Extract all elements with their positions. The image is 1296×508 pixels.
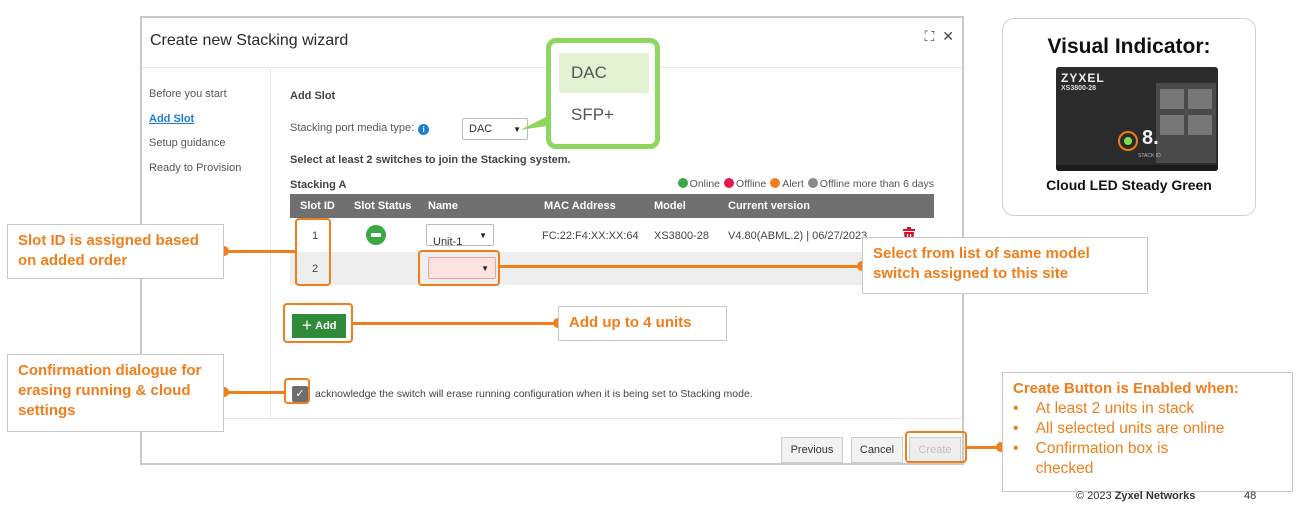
status-legend: Online Offline Alert Offline more than 6… [677,178,934,190]
option-sfp-plus[interactable]: SFP+ [559,95,649,135]
legend-offline: Offline [724,178,766,190]
condition-text: At least 2 units in stack [1035,400,1195,417]
page-number: 48 [1244,490,1257,502]
list-item: • Confirmation box is checked [1013,439,1282,479]
copyright-year: © 2023 [1076,490,1112,502]
previous-button[interactable]: Previous [781,437,843,463]
info-icon[interactable]: i [418,124,430,135]
model-label: XS3800-28 [1061,85,1097,92]
select-list-callout: Select from list of same model switch as… [862,237,1148,294]
visual-indicator-card: Visual Indicator: ZYXEL XS3800-28 8. STA… [1002,18,1256,216]
table-row: 2 ▼ [290,252,934,285]
add-button-highlight [283,303,353,343]
create-enabled-title: Create Button is Enabled when: [1013,380,1239,397]
condition-text: All selected units are online [1035,420,1225,437]
col-slot-status: Slot Status [354,200,412,212]
confirmation-callout: Confirmation dialogue for erasing runnin… [7,354,224,432]
company-name: Zyxel Networks [1114,490,1196,502]
unit-name-value: Unit-1 [433,236,463,248]
media-type-select[interactable]: DAC ▼ [462,118,528,140]
online-status-icon [366,225,386,245]
step-ready-to-provision[interactable]: Ready to Provision [149,162,241,187]
legend-online: Online [677,178,721,190]
switch-photo: ZYXEL XS3800-28 8. STACK ID [1056,67,1218,171]
condition-text: Confirmation box is checked [1035,440,1169,477]
connector-line [500,265,862,268]
wizard-steps: Before you start Add Slot Setup guidance… [149,88,241,186]
create-button-highlight [905,431,967,463]
media-type-label: Stacking port media type: i [290,122,430,135]
connector-line [224,391,284,394]
col-name: Name [428,200,458,212]
footer-divider [142,418,962,419]
port-icon [1160,115,1184,135]
close-icon[interactable]: ✕ [942,28,954,45]
window-controls: ⛶ ✕ [924,28,954,45]
visual-indicator-caption: Cloud LED Steady Green [1046,177,1212,193]
name-select-highlight [418,250,500,286]
step-setup-guidance[interactable]: Setup guidance [149,137,241,162]
legend-alert-label: Alert [782,178,804,190]
table-row: 1 Unit-1 ▼ FC:22:F4:XX:XX:64 XS3800-28 V… [290,219,934,252]
option-dac[interactable]: DAC [559,53,649,93]
media-type-value: DAC [469,123,493,135]
wizard-title: Create new Stacking wizard [150,32,349,49]
slot-id-callout: Slot ID is assigned based on added order [7,224,224,279]
list-item: • At least 2 units in stack [1013,400,1195,417]
port-icon [1160,89,1184,109]
add-units-callout: Add up to 4 units [558,306,727,341]
col-slot-id: Slot ID [300,200,335,212]
table-header: Slot ID Slot Status Name MAC Address Mod… [290,194,934,218]
unit-name-select[interactable]: Unit-1 ▼ [426,224,494,248]
create-enabled-callout: Create Button is Enabled when: • At leas… [1002,372,1293,492]
alert-dot-icon [770,178,781,188]
connector-line [353,322,558,325]
step-before-you-start[interactable]: Before you start [149,88,241,113]
col-model: Model [654,200,686,212]
acknowledge-text: acknowledge the switch will erase runnin… [315,388,753,400]
legend-offline-label: Offline [736,178,767,190]
select-hint: Select at least 2 switches to join the S… [290,154,571,166]
cloud-led-icon [1124,137,1132,145]
copyright: © 2023 Zyxel Networks [1076,490,1195,502]
port-icon [1188,115,1212,135]
legend-online-label: Online [689,178,721,190]
checkbox-highlight [284,378,310,404]
section-title: Add Slot [290,90,336,102]
model: XS3800-28 [654,230,710,242]
stack-id-digit: 8. [1142,127,1159,149]
visual-indicator-title: Visual Indicator: [1047,35,1211,58]
slide: Create new Stacking wizard ⛶ ✕ Before yo… [0,0,1296,508]
col-mac: MAC Address [544,200,616,212]
bullet: • [1013,440,1036,457]
online-dot-icon [677,178,688,188]
legend-offline-6days-label: Offline more than 6 days [819,178,934,190]
stacking-label: Stacking A [290,179,347,191]
offline-6days-dot-icon [807,178,818,188]
create-conditions-list: • At least 2 units in stack • All select… [1013,399,1282,479]
mac-address: FC:22:F4:XX:XX:64 [542,230,639,242]
legend-offline-6days: Offline more than 6 days [807,178,934,190]
sidebar-divider [270,68,271,419]
brand-label: ZYXEL [1061,71,1105,85]
legend-alert: Alert [770,178,804,190]
chevron-down-icon: ▼ [479,231,487,240]
col-version: Current version [728,200,810,212]
step-add-slot[interactable]: Add Slot [149,113,241,138]
list-item: • All selected units are online [1013,420,1225,437]
media-type-label-text: Stacking port media type: [290,122,415,134]
connector-line [224,250,295,253]
maximize-icon[interactable]: ⛶ [924,28,934,45]
offline-dot-icon [724,178,735,188]
port-icon [1188,89,1212,109]
current-version: V4.80(ABML.2) | 06/27/2023 [728,230,868,242]
media-type-dropdown-popup: DAC SFP+ [546,38,660,149]
slot-id-highlight [295,218,331,286]
stack-id-label: STACK ID [1138,153,1161,159]
chassis-base [1056,165,1218,171]
cancel-button[interactable]: Cancel [851,437,903,463]
